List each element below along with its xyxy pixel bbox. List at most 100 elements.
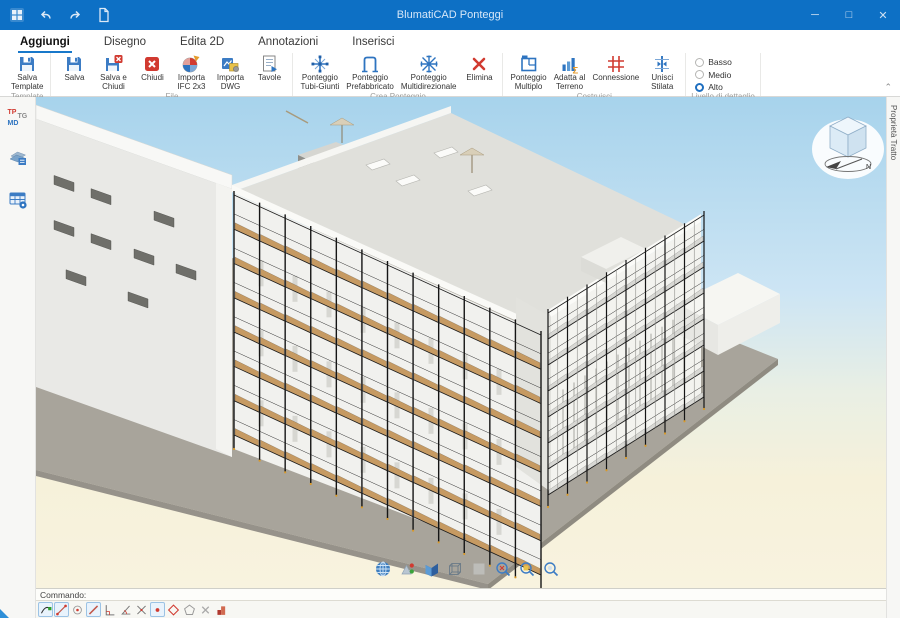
snap-nearest-button[interactable] <box>86 602 101 617</box>
tab-disegno[interactable]: Disegno <box>102 33 148 53</box>
zoom-extents-button[interactable] <box>542 560 562 580</box>
button-label: Salva e Chiudi <box>100 74 127 92</box>
scene-3d: N <box>36 97 886 588</box>
importa-dwg-button[interactable]: Importa DWG <box>212 54 248 92</box>
command-label: Commando: <box>36 590 86 600</box>
snap-intersection-button[interactable] <box>134 602 149 617</box>
ribbon-collapse-button[interactable]: ⌃ <box>884 82 892 93</box>
importa-ifc-2x3-button[interactable]: Importa IFC 2x3 <box>173 54 209 92</box>
ribbon-group-costruisci: Ponteggio Multiplo ΣAdatta al Terreno Conn… <box>503 53 686 96</box>
radio-medio[interactable]: Medio <box>695 70 732 80</box>
button-label: Unisci Stilata <box>651 74 673 92</box>
radio-label: Basso <box>708 57 732 67</box>
save-icon <box>17 54 37 74</box>
snap-polygon-button[interactable] <box>182 602 197 617</box>
radio-label: Medio <box>708 70 731 80</box>
radio-alto[interactable]: Alto <box>695 82 732 92</box>
wireframe-cube-button[interactable] <box>446 560 466 580</box>
button-label: Ponteggio Multidirezionale <box>401 74 457 92</box>
radio-label: Alto <box>708 82 723 92</box>
snap-center-button[interactable] <box>70 602 85 617</box>
zoom-previous-button[interactable] <box>494 560 514 580</box>
ribbon-group-template: Salva TemplateTemplate <box>4 53 51 96</box>
ribbon: Aggiungi Disegno Edita 2D Annotazioni Inseri… <box>0 30 900 97</box>
ribbon-group-file: Salva Salva e Chiudi Chiudi Importa IFC 2x3… <box>51 53 293 96</box>
snap-endpoint-button[interactable] <box>38 602 53 617</box>
button-label: Ponteggio Multiplo <box>510 74 546 92</box>
connessione-button[interactable]: Connessione <box>591 54 642 83</box>
tab-edita-2d[interactable]: Edita 2D <box>178 33 226 53</box>
snap-node-button[interactable] <box>150 602 165 617</box>
compass-north-label: N <box>866 164 871 171</box>
snap-perpendicular-button[interactable] <box>102 602 117 617</box>
connessione-icon <box>606 54 626 74</box>
shaded-view-button[interactable] <box>422 560 442 580</box>
right-panel-label: Proprietà Tratto <box>889 97 898 160</box>
ponteggio-multidirezionale-button[interactable]: Ponteggio Multidirezionale <box>399 54 459 92</box>
salva-template-button[interactable]: Salva Template <box>9 54 45 92</box>
close-button[interactable]: ✕ <box>866 0 900 30</box>
radio-dot <box>695 70 704 79</box>
ponteggio-prefabbricato-button[interactable]: Ponteggio Prefabbricato <box>344 54 396 92</box>
sidebar-item-tp-tg-md[interactable]: TP TG MD <box>6 107 30 131</box>
tavole-button[interactable]: Tavole <box>251 54 287 83</box>
button-label: Salva Template <box>11 74 43 92</box>
titlebar: BlumatiCAD Ponteggi ─□✕ <box>0 0 900 30</box>
view-toolbar <box>374 560 562 580</box>
button-label: Adatta al Terreno <box>554 74 586 92</box>
scaffold-prefab-icon <box>360 54 380 74</box>
snap-midpoint-button[interactable] <box>54 602 69 617</box>
report-sheets-icon[interactable] <box>8 148 28 173</box>
button-label: Connessione <box>593 74 640 83</box>
left-sidebar: TP TG MD <box>0 97 36 618</box>
scaffold-multi-icon <box>419 54 439 74</box>
ribbon-tabs: Aggiungi Disegno Edita 2D Annotazioni Inseri… <box>0 30 900 53</box>
tab-annotazioni[interactable]: Annotazioni <box>256 33 320 53</box>
import-dwg-icon <box>220 54 240 74</box>
tavole-icon <box>259 54 279 74</box>
chiudi-button[interactable]: Chiudi <box>134 54 170 83</box>
tab-aggiungi[interactable]: Aggiungi <box>18 33 72 53</box>
button-label: Elimina <box>466 74 492 83</box>
ponteggio-multiplo-button[interactable]: Ponteggio Multiplo <box>508 54 548 92</box>
button-label: Importa IFC 2x3 <box>177 74 205 92</box>
viewport-3d[interactable]: N <box>36 97 886 588</box>
snap-quadrant-button[interactable] <box>166 602 181 617</box>
tab-inserisci[interactable]: Inserisci <box>350 33 396 53</box>
command-input[interactable] <box>86 589 886 601</box>
save-close-icon <box>103 54 123 74</box>
minimize-button[interactable]: ─ <box>798 0 832 30</box>
table-settings-icon[interactable] <box>8 190 28 215</box>
close-red-icon <box>142 54 162 74</box>
adatta-terreno-icon: Σ <box>560 54 580 74</box>
save-icon <box>64 54 84 74</box>
elimina-button[interactable]: Elimina <box>461 54 497 83</box>
osnap-toolbar <box>36 601 886 618</box>
zoom-window-button[interactable] <box>518 560 538 580</box>
button-label: Ponteggio Prefabbricato <box>346 74 394 92</box>
button-label: Tavole <box>258 74 281 83</box>
radio-dot <box>695 83 704 92</box>
unisci-stilata-button[interactable]: Unisci Stilata <box>644 54 680 92</box>
ribbon-group-livello-di-dettaglio: BassoMedioAltoLivello di dettaglio <box>686 53 761 96</box>
globe-button[interactable] <box>374 560 394 580</box>
salva-button[interactable]: Salva <box>56 54 92 83</box>
button-label: Salva <box>64 74 84 83</box>
command-bar: Commando: <box>36 588 886 601</box>
button-label: Ponteggio Tubi-Giunti <box>300 74 339 92</box>
flat-shade-button[interactable] <box>470 560 490 580</box>
adatta-al-terreno-button[interactable]: ΣAdatta al Terreno <box>552 54 588 92</box>
right-panel-tab[interactable]: Proprietà Tratto <box>886 97 900 618</box>
snap-angle-button[interactable] <box>118 602 133 617</box>
radio-basso[interactable]: Basso <box>695 57 732 67</box>
snap-insert-button[interactable] <box>214 602 229 617</box>
import-ifc-icon <box>181 54 201 74</box>
salva-e-chiudi-button[interactable]: Salva e Chiudi <box>95 54 131 92</box>
corner-resize-wedge <box>0 609 9 618</box>
maximize-button[interactable]: □ <box>832 0 866 30</box>
ponteggio-tubi-giunti-button[interactable]: Ponteggio Tubi-Giunti <box>298 54 341 92</box>
render-mode-button[interactable] <box>398 560 418 580</box>
button-label: Importa DWG <box>217 74 244 92</box>
radio-dot <box>695 58 704 67</box>
snap-none-button[interactable] <box>198 602 213 617</box>
